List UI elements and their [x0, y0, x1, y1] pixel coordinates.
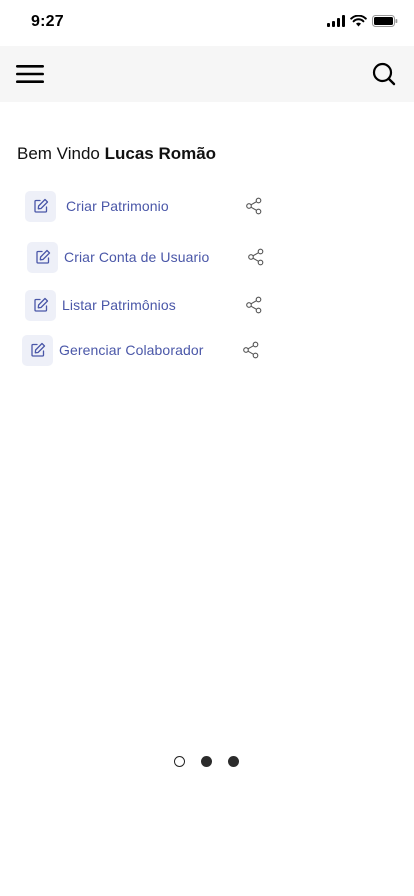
welcome-message: Bem Vindo Lucas Romão: [17, 144, 216, 164]
page-dot-2[interactable]: [201, 756, 212, 767]
wifi-icon: [350, 15, 367, 27]
menu-item-listar-patrimonios[interactable]: Listar Patrimônios: [25, 289, 176, 321]
share-button[interactable]: [242, 341, 260, 359]
menu-button[interactable]: [14, 60, 46, 88]
edit-icon: [33, 198, 48, 213]
welcome-user-name: Lucas Romão: [104, 144, 217, 163]
menu-item-gerenciar-colaborador[interactable]: Gerenciar Colaborador: [22, 334, 204, 366]
search-button[interactable]: [370, 60, 398, 88]
status-time: 9:27: [31, 13, 64, 30]
share-button[interactable]: [247, 248, 265, 266]
edit-button[interactable]: [22, 334, 53, 366]
menu-item-criar-patrimonio[interactable]: Criar Patrimonio: [25, 190, 169, 222]
page-dot-1[interactable]: [174, 756, 185, 767]
edit-button[interactable]: [25, 190, 56, 222]
welcome-greeting: Bem Vindo: [17, 144, 100, 163]
edit-button[interactable]: [27, 241, 58, 273]
hamburger-menu-icon: [16, 65, 44, 83]
menu-item-label: Criar Conta de Usuario: [64, 249, 210, 265]
edit-icon: [33, 297, 48, 312]
edit-icon: [35, 249, 50, 264]
menu-item-label: Gerenciar Colaborador: [59, 342, 204, 358]
page-dot-3[interactable]: [228, 756, 239, 767]
edit-button[interactable]: [25, 289, 56, 321]
battery-icon: [372, 15, 398, 27]
status-icons: [327, 15, 398, 27]
status-bar: 9:27: [0, 0, 414, 46]
share-icon: [243, 341, 259, 359]
menu-item-label: Criar Patrimonio: [66, 198, 169, 214]
edit-icon: [30, 342, 45, 357]
share-icon: [246, 197, 262, 215]
menu-item-criar-conta-de-usuario[interactable]: Criar Conta de Usuario: [27, 241, 209, 273]
app-header: [0, 46, 414, 102]
share-button[interactable]: [245, 197, 263, 215]
signal-icon: [327, 15, 345, 27]
menu-item-label: Listar Patrimônios: [62, 297, 176, 313]
share-icon: [246, 296, 262, 314]
page-indicator: [174, 756, 239, 767]
share-icon: [248, 248, 264, 266]
search-icon: [372, 62, 396, 86]
share-button[interactable]: [245, 296, 263, 314]
